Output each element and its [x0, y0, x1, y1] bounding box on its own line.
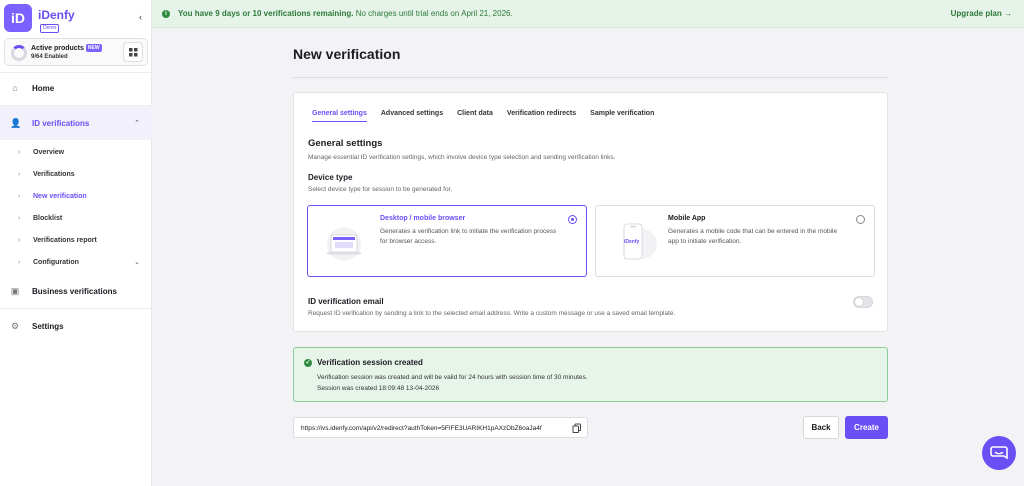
mobile-option-title: Mobile App [668, 215, 706, 222]
active-products-title: Active products NEW [31, 44, 102, 52]
products-grid-button[interactable] [123, 42, 143, 62]
desktop-option-title: Desktop / mobile browser [380, 215, 466, 222]
copy-icon[interactable] [572, 423, 582, 433]
laptop-illustration-icon [327, 227, 361, 261]
nav-sub-overview[interactable]: › Overview [0, 145, 152, 159]
chevron-right-icon: › [18, 192, 21, 200]
session-created-alert: ✓ Verification session created Verificat… [293, 347, 888, 402]
user-check-icon: 👤 [10, 118, 22, 128]
back-button[interactable]: Back [803, 416, 839, 439]
general-settings-title: General settings [308, 138, 383, 149]
upgrade-plan-link[interactable]: Upgrade plan → [951, 9, 1012, 18]
device-option-mobile-app[interactable]: iDenfy Mobile App Generates a mobile cod… [595, 205, 875, 277]
nav-sub-new-verification[interactable]: › New verification [0, 189, 152, 203]
device-type-desc: Select device type for session to be gen… [308, 186, 453, 193]
trial-banner: i You have 9 days or 10 verifications re… [152, 0, 1024, 28]
nav-home-label: Home [32, 83, 55, 93]
settings-tabs: General settings Advanced settings Clien… [312, 110, 668, 122]
active-products-card[interactable]: Active products NEW 9/64 Enabled [4, 38, 148, 66]
nav-divider [0, 308, 152, 309]
nav-sub-blocklist[interactable]: › Blocklist [0, 211, 152, 225]
nav-sub-configuration[interactable]: › Configuration ⌄ [0, 255, 152, 269]
brand-name: iDenfy [38, 8, 75, 22]
idenfy-logo: iD [4, 4, 32, 32]
nav-business-label: Business verifications [32, 286, 117, 296]
trial-message: You have 9 days or 10 verifications rema… [178, 9, 513, 18]
chevron-right-icon: › [18, 170, 21, 178]
nav-settings-label: Settings [32, 321, 64, 331]
products-enabled-count: 9/64 Enabled [31, 54, 68, 60]
sub-item-label: New verification [33, 192, 87, 200]
phone-art-label: iDenfy [624, 239, 640, 245]
nav-sub-verifications[interactable]: › Verifications [0, 167, 152, 181]
info-icon: i [162, 9, 170, 18]
chat-icon [990, 446, 1008, 460]
trial-message-rest: No charges until trial ends on April 21,… [353, 9, 513, 18]
demo-badge: Demo [40, 24, 60, 33]
tab-verification-redirects[interactable]: Verification redirects [507, 110, 576, 122]
verification-url-field[interactable]: https://ivs.idenfy.com/api/v2/redirect?a… [293, 417, 588, 438]
chat-launcher-button[interactable] [982, 436, 1016, 470]
collapse-sidebar-icon[interactable]: ‹ [139, 12, 142, 22]
title-divider [293, 77, 888, 78]
sub-item-label: Overview [33, 148, 65, 156]
products-progress-icon [11, 45, 27, 61]
upgrade-plan-label: Upgrade plan [950, 9, 1002, 18]
sub-item-label: Blocklist [33, 214, 63, 222]
email-title: ID verification email [308, 297, 384, 306]
active-products-label: Active products [31, 45, 84, 52]
email-desc: Request ID verification by sending a lin… [308, 310, 676, 317]
nav-divider [0, 72, 152, 73]
nav-settings[interactable]: ⚙ Settings [0, 316, 152, 336]
create-button[interactable]: Create [845, 416, 888, 439]
grid-icon [128, 48, 137, 57]
chevron-down-icon: ⌄ [134, 259, 140, 266]
alert-validity-text: Verification session was created and wil… [317, 374, 588, 381]
sidebar: iD iDenfy Demo ‹ Active products NEW 9/64… [0, 0, 152, 486]
email-toggle[interactable] [853, 296, 873, 308]
sub-item-label: Verifications report [33, 236, 97, 244]
chevron-right-icon: › [18, 214, 21, 222]
check-circle-icon: ✓ [304, 359, 312, 367]
mobile-option-desc: Generates a mobile code that can be ente… [668, 228, 838, 245]
chevron-right-icon: › [18, 258, 21, 266]
general-settings-desc: Manage essential ID verification setting… [308, 154, 616, 161]
mobile-radio[interactable] [856, 215, 865, 224]
sub-item-label: Configuration [33, 258, 79, 266]
arrow-right-icon: → [1004, 9, 1012, 18]
nav-id-verifications-label: ID verifications [32, 118, 90, 128]
verification-url[interactable]: https://ivs.idenfy.com/api/v2/redirect?a… [301, 425, 542, 432]
desktop-option-desc: Generates a verification link to initiat… [380, 228, 557, 245]
nav-id-verifications[interactable]: 👤 ID verifications ⌃ [0, 106, 152, 140]
settings-card: General settings Advanced settings Clien… [293, 92, 888, 332]
nav-business-verifications[interactable]: ▣ Business verifications [0, 281, 152, 301]
nav-home[interactable]: ⌂ Home [0, 78, 152, 98]
briefcase-icon: ▣ [10, 286, 20, 296]
chevron-right-icon: › [18, 236, 21, 244]
alert-title: Verification session created [317, 358, 423, 367]
sub-item-label: Verifications [33, 170, 75, 178]
device-type-title: Device type [308, 173, 353, 182]
gear-icon: ⚙ [10, 321, 20, 331]
nav-sub-verifications-report[interactable]: › Verifications report [0, 233, 152, 247]
new-badge: NEW [85, 44, 102, 52]
chevron-right-icon: › [18, 148, 21, 156]
tab-general-settings[interactable]: General settings [312, 110, 367, 122]
tab-client-data[interactable]: Client data [457, 110, 493, 122]
alert-created-time: Session was created 18:09:48 13-04-2026 [317, 385, 440, 392]
page-title: New verification [293, 46, 401, 62]
device-option-desktop[interactable]: Desktop / mobile browser Generates a ver… [307, 205, 587, 277]
tab-advanced-settings[interactable]: Advanced settings [381, 110, 443, 122]
brand[interactable]: iD iDenfy Demo ‹ [4, 4, 148, 34]
desktop-radio[interactable] [568, 215, 577, 224]
home-icon: ⌂ [12, 83, 18, 93]
trial-message-bold: You have 9 days or 10 verifications rema… [178, 9, 354, 18]
tab-sample-verification[interactable]: Sample verification [590, 110, 654, 122]
chevron-up-icon: ⌃ [134, 120, 140, 127]
